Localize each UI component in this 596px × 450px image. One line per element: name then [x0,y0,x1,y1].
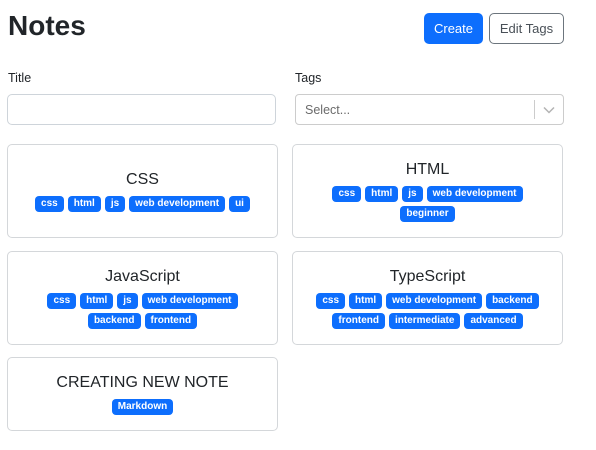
note-card[interactable]: TypeScript css html web development back… [292,251,563,345]
tag-badge: Markdown [111,399,174,415]
note-card[interactable]: JavaScript css html js web development b… [7,251,278,345]
note-tags: css html js web development ui [35,196,250,212]
tag-badge: frontend [332,313,385,329]
note-card[interactable]: HTML css html js web development beginne… [292,144,563,238]
tag-badge: js [117,293,138,309]
tag-badge: web development [386,293,483,309]
edit-tags-button[interactable]: Edit Tags [489,13,564,44]
tag-badge: backend [486,293,539,309]
tag-badge: backend [87,313,141,329]
tag-badge: ui [229,196,250,212]
note-card-title: CSS [126,171,159,188]
create-button[interactable]: Create [424,13,483,44]
tag-badge: intermediate [388,313,461,329]
chevron-down-icon[interactable] [535,95,563,124]
note-card-title: TypeScript [389,268,466,285]
note-card[interactable]: CREATING NEW NOTE Markdown [7,357,278,431]
tag-badge: web development [129,196,226,212]
tag-badge: frontend [144,313,198,329]
tag-badge: html [349,293,383,309]
title-label: Title [8,71,32,85]
tag-badge: web development [426,186,523,202]
tag-badge: css [35,196,64,212]
tag-badge: advanced [464,313,523,329]
note-card[interactable]: CSS css html js web development ui [7,144,278,238]
note-tags: css html js web development beginner [328,186,528,222]
tag-badge: js [104,196,126,212]
tag-badge: css [332,186,362,202]
note-card-title: JavaScript [105,268,180,285]
tag-badge: html [67,196,101,212]
note-tags: css html web development backend fronten… [313,293,543,329]
note-card-title: CREATING NEW NOTE [56,374,229,391]
tag-badge: css [47,293,77,309]
note-tags: Markdown [111,399,174,415]
note-tags: css html js web development backend fron… [43,293,243,329]
tags-label: Tags [295,71,322,85]
tag-badge: css [316,293,346,309]
tags-select-placeholder: Select... [305,102,351,117]
tag-badge: html [80,293,114,309]
tag-badge: html [365,186,399,202]
tag-badge: beginner [400,206,455,222]
page-title: Notes [8,10,86,41]
tag-badge: js [402,186,423,202]
title-input[interactable] [7,94,276,125]
note-card-title: HTML [405,161,450,178]
tags-select[interactable]: Select... [295,94,564,125]
tag-badge: web development [141,293,238,309]
